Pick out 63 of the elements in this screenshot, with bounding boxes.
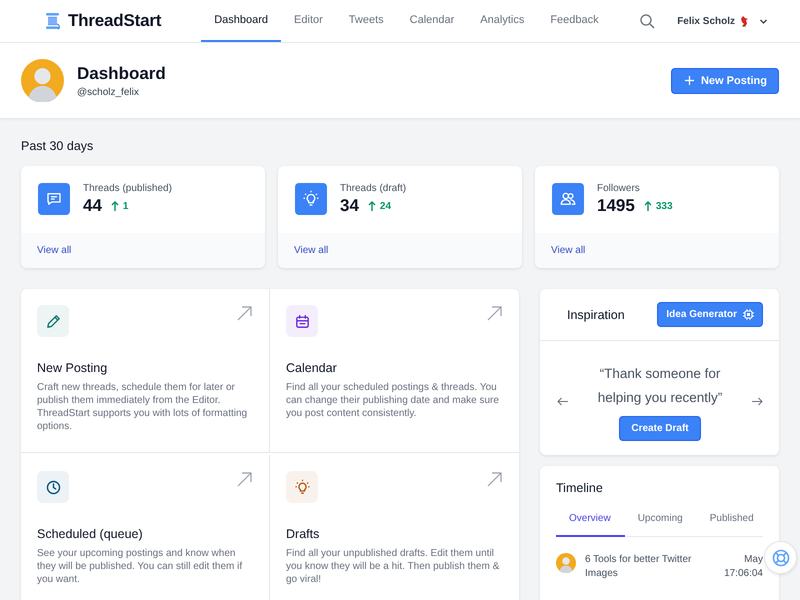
- stat-change: 1: [122, 200, 128, 212]
- timeline-tab[interactable]: Upcoming: [624, 513, 697, 537]
- lifebuoy-icon: [772, 548, 790, 566]
- view-all-link[interactable]: View all: [37, 245, 72, 256]
- entry-date: May: [743, 553, 763, 567]
- nav-tab[interactable]: Calendar: [396, 0, 468, 42]
- card-title: Inspiration: [567, 308, 625, 322]
- stat-value: 34: [340, 196, 359, 216]
- tile-title[interactable]: Scheduled (queue): [37, 527, 253, 541]
- help-button[interactable]: [764, 541, 797, 574]
- arrow-left-icon[interactable]: [557, 397, 568, 406]
- plus-icon: [684, 76, 694, 85]
- spool-logo-icon: [45, 12, 61, 30]
- user-name[interactable]: Felix Scholz: [677, 16, 735, 26]
- tile-description: See your upcoming postings and know when they will be published. You can still edit them if you want.: [37, 547, 244, 586]
- brand-name: ThreadStart: [68, 11, 162, 31]
- arrow-up-right-icon: [237, 472, 252, 487]
- lightbulb-icon: [302, 190, 320, 208]
- tile-description: Craft new threads, schedule them for later or publish them immediately from the Editor. ThreadStart supports you with lots of formatting options.: [37, 381, 248, 433]
- idea-generator-button[interactable]: Idea Generator: [657, 302, 763, 327]
- card-title: Timeline: [556, 481, 604, 495]
- timeline-tab[interactable]: Published: [696, 513, 768, 537]
- stat-label: Threads (draft): [340, 183, 406, 194]
- search-icon[interactable]: [640, 14, 656, 28]
- tile-description: Find all your scheduled postings & threads. You can change their publishing date and make sure you post content consistently.: [286, 381, 500, 420]
- view-all-link[interactable]: View all: [294, 245, 328, 256]
- stat-value: 44: [83, 196, 102, 216]
- create-draft-button[interactable]: Create Draft: [619, 416, 701, 441]
- entry-time: 17:06:04: [724, 567, 763, 581]
- avatar: [556, 553, 576, 573]
- chat-bubble-icon: [45, 190, 63, 208]
- chevron-down-icon[interactable]: [759, 16, 768, 26]
- inspiration-quote: “Thank someone for helping you recently”: [596, 365, 724, 407]
- tile-title[interactable]: New Posting: [37, 361, 253, 375]
- stat-label: Followers: [597, 183, 641, 194]
- timeline-entry-title[interactable]: 6 Tools for better Twitter Images: [585, 553, 716, 581]
- user-handle: @scholz_felix: [77, 86, 140, 98]
- tile-title[interactable]: Calendar: [286, 361, 503, 375]
- arrow-right-icon[interactable]: [752, 397, 763, 406]
- view-all-link[interactable]: View all: [551, 245, 586, 256]
- stat-change: 333: [656, 200, 673, 212]
- period-heading: Past 30 days: [21, 139, 94, 153]
- nav-tab[interactable]: Analytics: [467, 0, 538, 42]
- stat-value: 1495: [597, 196, 635, 216]
- stat-label: Threads (published): [83, 183, 172, 194]
- tile-description: Find all your unpublished drafts. Edit them until you know they will be a hit. Then publish them & go viral!: [286, 547, 500, 586]
- people-icon: [559, 190, 577, 208]
- page-title: Dashboard: [77, 64, 166, 84]
- tile-title[interactable]: Drafts: [286, 527, 503, 541]
- arrow-up-right-icon: [487, 472, 502, 487]
- arrow-up-icon: [110, 201, 119, 211]
- stat-change: 24: [380, 200, 392, 212]
- chip-icon: [743, 309, 754, 320]
- arrow-up-icon: [644, 201, 652, 211]
- new-posting-button[interactable]: New Posting: [670, 68, 779, 94]
- avatar: [21, 59, 64, 102]
- nav-tab[interactable]: Tweets: [336, 0, 397, 42]
- arrow-up-right-icon: [487, 306, 502, 321]
- nav-tab[interactable]: Feedback: [537, 0, 612, 42]
- arrow-up-right-icon: [237, 306, 252, 321]
- arrow-up-icon: [368, 201, 376, 211]
- timeline-tab[interactable]: Overview: [556, 513, 625, 537]
- nav-tab[interactable]: Editor: [281, 0, 336, 42]
